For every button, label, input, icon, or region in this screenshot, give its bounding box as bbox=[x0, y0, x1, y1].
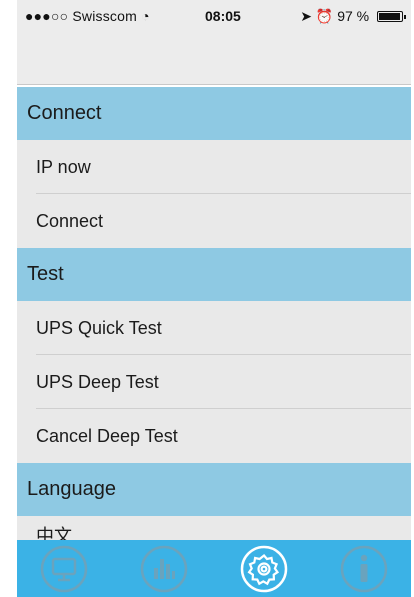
battery-fill bbox=[379, 13, 400, 20]
alarm-icon: ⏰ bbox=[315, 8, 334, 24]
tab-bar bbox=[17, 540, 411, 597]
bar-chart-icon bbox=[140, 545, 188, 593]
status-time: 08:05 bbox=[205, 8, 241, 24]
settings-list[interactable]: Connect IP now Connect Test UPS Quick Te… bbox=[17, 87, 411, 540]
section-header-connect: Connect bbox=[17, 87, 411, 140]
tab-statistics[interactable] bbox=[139, 544, 189, 594]
section-header-language: Language bbox=[17, 463, 411, 516]
gear-icon bbox=[240, 545, 288, 593]
tab-settings[interactable] bbox=[239, 544, 289, 594]
phone-screen: ●●●○○ Swisscom ◔ 08:05 ➤ ⏰ 97 % Connect … bbox=[0, 0, 414, 597]
tab-monitor[interactable] bbox=[39, 544, 89, 594]
row-connect[interactable]: Connect bbox=[17, 194, 411, 248]
row-ups-quick-test[interactable]: UPS Quick Test bbox=[17, 301, 411, 355]
section-header-test: Test bbox=[17, 248, 411, 301]
navigation-bar bbox=[17, 30, 411, 85]
row-language-chinese[interactable]: 中文 bbox=[17, 516, 411, 540]
row-ip-now[interactable]: IP now bbox=[17, 140, 411, 194]
location-arrow-icon: ➤ bbox=[300, 8, 312, 24]
status-bar: ●●●○○ Swisscom ◔ 08:05 ➤ ⏰ 97 % bbox=[17, 0, 411, 30]
wifi-icon: ◔ bbox=[141, 8, 150, 24]
row-cancel-deep-test[interactable]: Cancel Deep Test bbox=[17, 409, 411, 463]
row-ups-deep-test[interactable]: UPS Deep Test bbox=[17, 355, 411, 409]
battery-icon bbox=[377, 11, 406, 22]
status-right: ➤ ⏰ 97 % bbox=[300, 8, 406, 25]
carrier-label: ●●●○○ Swisscom ◔ bbox=[25, 8, 150, 24]
battery-percent: 97 % bbox=[337, 8, 370, 24]
monitor-icon bbox=[40, 545, 88, 593]
tab-info[interactable] bbox=[339, 544, 389, 594]
info-icon bbox=[340, 545, 388, 593]
